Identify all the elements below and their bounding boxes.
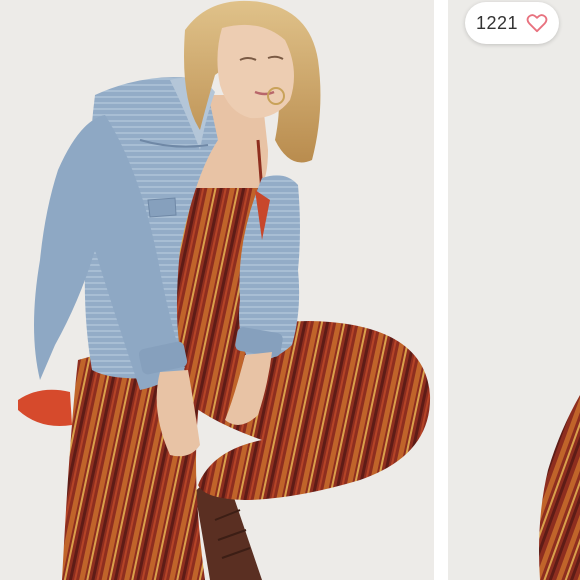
next-photo-illustration <box>448 0 580 580</box>
product-photo-next[interactable] <box>448 0 580 580</box>
like-count: 1221 <box>475 12 519 33</box>
like-button[interactable]: 1221 <box>465 2 559 44</box>
carousel-gap <box>434 0 448 580</box>
heart-outline-icon <box>526 13 548 33</box>
product-photo-illustration <box>0 0 434 580</box>
product-photo-main[interactable] <box>0 0 434 580</box>
